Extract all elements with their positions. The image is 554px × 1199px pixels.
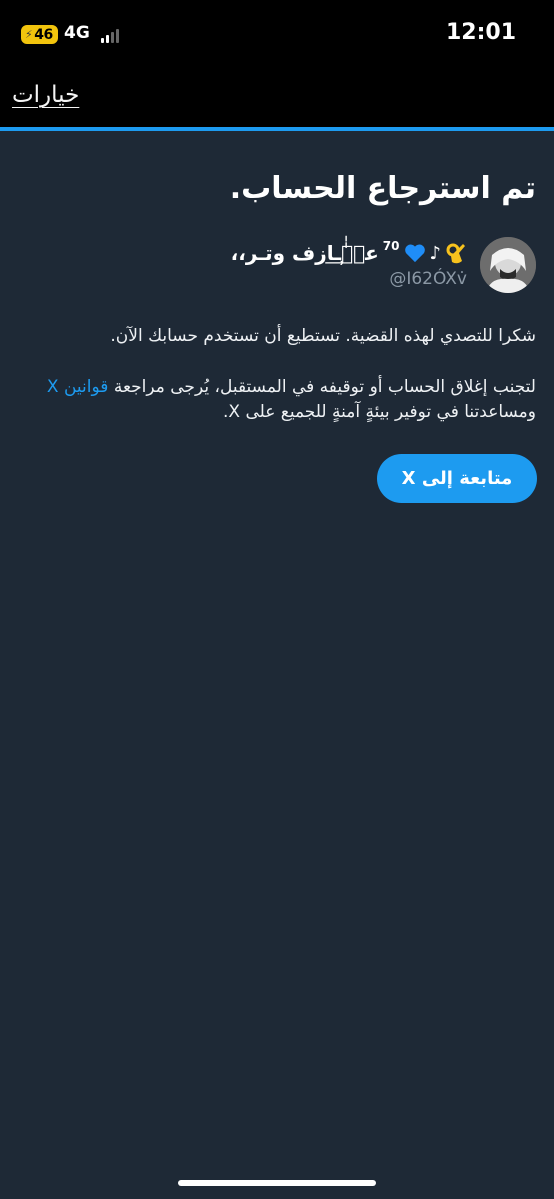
- charging-bolt-icon: ⚡: [25, 28, 33, 41]
- music-note-icon: ♪: [429, 242, 442, 264]
- main-content: تم استرجاع الحساب. ﻋ۪ہٰٰـ͢ازف وتـر،، 70 …: [0, 131, 554, 1199]
- network-type: 4G: [64, 23, 90, 43]
- recovery-message: شكرا للتصدي لهذه القضية. تستطيع أن تستخد…: [110, 326, 536, 346]
- page-title: تم استرجاع الحساب.: [229, 171, 536, 206]
- profile-card: ﻋ۪ہٰٰـ͢ازف وتـر،، 70 ♪ @I62ÓXv̇: [16, 237, 536, 297]
- display-name: ﻋ۪ہٰٰـ͢ازف وتـر،،: [230, 241, 379, 265]
- rules-message-text: لتجنب إغلاق الحساب أو توقيفه في المستقبل…: [108, 377, 536, 397]
- ok-hand-icon: [446, 243, 465, 264]
- battery-indicator: ⚡ 46: [21, 25, 58, 44]
- rules-message-text-end: ومساعدتنا في توفير بيئةٍ آمنةٍ للجميع عل…: [222, 402, 536, 422]
- avatar: [480, 237, 536, 293]
- name-superscript: 70: [382, 239, 400, 253]
- continue-to-x-button[interactable]: متابعة إلى X: [377, 454, 537, 503]
- header-bar: خيارات: [0, 72, 554, 128]
- options-link[interactable]: خيارات: [12, 82, 79, 108]
- display-name-row: ﻋ۪ہٰٰـ͢ازف وتـر،، 70 ♪: [231, 239, 467, 267]
- screen: ⚡ 46 4G 12:01 خيارات تم استرجاع الحساب.: [0, 0, 554, 1199]
- rules-message: لتجنب إغلاق الحساب أو توقيفه في المستقبل…: [36, 375, 536, 425]
- x-rules-link[interactable]: قوانين X: [47, 377, 109, 397]
- blue-heart-icon: [404, 244, 425, 263]
- clock: 12:01: [445, 20, 516, 45]
- signal-strength-icon: [101, 29, 121, 43]
- status-bar: ⚡ 46 4G 12:01: [0, 0, 554, 72]
- home-indicator[interactable]: [178, 1180, 376, 1186]
- user-handle: @I62ÓXv̇: [389, 269, 467, 289]
- battery-level: 46: [34, 26, 53, 43]
